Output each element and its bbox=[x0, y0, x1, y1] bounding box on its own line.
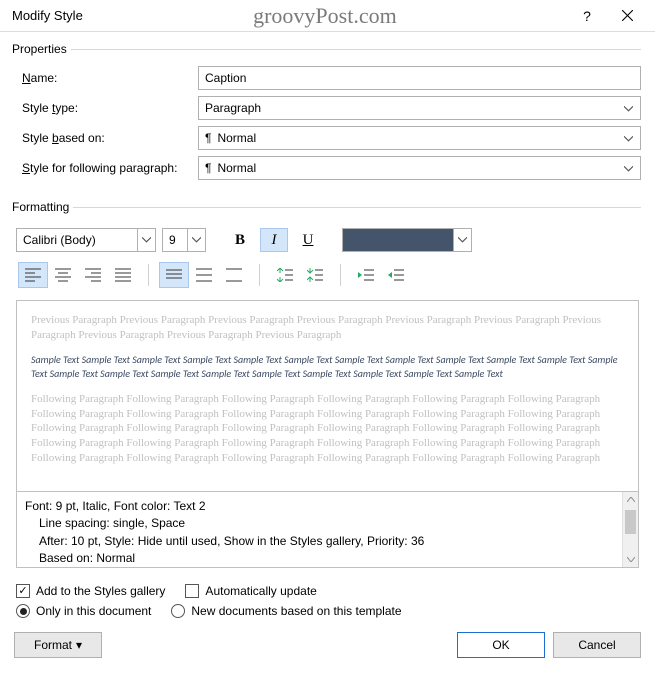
scroll-down-icon[interactable] bbox=[623, 551, 638, 567]
format-button[interactable]: Format ▾ bbox=[14, 632, 102, 658]
space-before-decrease-button[interactable] bbox=[300, 262, 330, 288]
align-right-button[interactable] bbox=[78, 262, 108, 288]
basedon-dropdown[interactable]: ¶ Normal bbox=[198, 126, 641, 150]
color-swatch bbox=[343, 229, 453, 251]
bold-button[interactable]: B bbox=[226, 228, 254, 252]
align-right-icon bbox=[85, 268, 101, 282]
add-to-gallery-checkbox[interactable]: Add to the Styles gallery bbox=[16, 584, 165, 598]
radio-icon bbox=[171, 604, 185, 618]
align-left-icon bbox=[25, 268, 41, 282]
space-before-icon bbox=[277, 268, 293, 282]
fontsize-dropdown[interactable]: 9 bbox=[162, 228, 206, 252]
watermark: groovyPost.com bbox=[83, 3, 567, 29]
decrease-indent-icon bbox=[358, 268, 374, 282]
formatting-legend: Formatting bbox=[12, 200, 73, 214]
align-left-button[interactable] bbox=[18, 262, 48, 288]
align-justify-button[interactable] bbox=[108, 262, 138, 288]
formatting-group: Formatting Calibri (Body) 9 B I U bbox=[14, 200, 641, 574]
scroll-up-icon[interactable] bbox=[623, 492, 638, 508]
help-button[interactable]: ? bbox=[567, 1, 607, 31]
styletype-dropdown[interactable]: Paragraph bbox=[198, 96, 641, 120]
style-description: Font: 9 pt, Italic, Font color: Text 2 L… bbox=[16, 492, 639, 568]
radio-checked-icon bbox=[16, 604, 30, 618]
spacing-single-icon bbox=[166, 268, 182, 282]
space-before-dec-icon bbox=[307, 268, 323, 282]
basedon-label: Style based on: bbox=[14, 131, 198, 145]
fontcolor-dropdown[interactable] bbox=[342, 228, 472, 252]
dialog-title: Modify Style bbox=[12, 8, 83, 23]
spacing-single-button[interactable] bbox=[159, 262, 189, 288]
chevron-down-icon bbox=[453, 229, 471, 251]
pilcrow-icon: ¶ bbox=[205, 161, 211, 175]
name-input[interactable] bbox=[198, 66, 641, 90]
properties-group: Properties Name: Style type: Paragraph S… bbox=[14, 42, 641, 192]
chevron-down-icon bbox=[187, 229, 205, 251]
following-dropdown[interactable]: ¶ Normal bbox=[198, 156, 641, 180]
font-dropdown[interactable]: Calibri (Body) bbox=[16, 228, 156, 252]
styletype-label: Style type: bbox=[14, 101, 198, 115]
new-docs-radio[interactable]: New documents based on this template bbox=[171, 604, 401, 618]
align-center-icon bbox=[55, 268, 71, 282]
title-bar: Modify Style groovyPost.com ? bbox=[0, 0, 655, 32]
chevron-down-icon bbox=[137, 229, 155, 251]
spacing-double-button[interactable] bbox=[219, 262, 249, 288]
increase-indent-icon bbox=[388, 268, 404, 282]
preview-pane: Previous Paragraph Previous Paragraph Pr… bbox=[16, 300, 639, 492]
checkbox-icon bbox=[185, 584, 199, 598]
checkbox-checked-icon bbox=[16, 584, 30, 598]
auto-update-checkbox[interactable]: Automatically update bbox=[185, 584, 316, 598]
align-justify-icon bbox=[115, 268, 131, 282]
cancel-button[interactable]: Cancel bbox=[553, 632, 641, 658]
chevron-down-icon bbox=[620, 131, 636, 145]
triangle-down-icon: ▾ bbox=[76, 638, 82, 652]
preview-sample: Sample Text Sample Text Sample Text Samp… bbox=[31, 353, 624, 382]
spacing-double-icon bbox=[226, 268, 242, 282]
ok-button[interactable]: OK bbox=[457, 632, 545, 658]
scrollbar[interactable] bbox=[622, 492, 638, 567]
align-center-button[interactable] bbox=[48, 262, 78, 288]
close-button[interactable] bbox=[607, 1, 647, 31]
close-icon bbox=[622, 10, 633, 21]
pilcrow-icon: ¶ bbox=[205, 131, 211, 145]
spacing-15-button[interactable] bbox=[189, 262, 219, 288]
name-label: Name: bbox=[14, 71, 198, 85]
italic-button[interactable]: I bbox=[260, 228, 288, 252]
decrease-indent-button[interactable] bbox=[351, 262, 381, 288]
spacing-15-icon bbox=[196, 268, 212, 282]
underline-button[interactable]: U bbox=[294, 228, 322, 252]
preview-following: Following Paragraph Following Paragraph … bbox=[31, 392, 624, 466]
preview-previous: Previous Paragraph Previous Paragraph Pr… bbox=[31, 313, 624, 343]
scroll-thumb[interactable] bbox=[625, 510, 636, 534]
space-before-increase-button[interactable] bbox=[270, 262, 300, 288]
properties-legend: Properties bbox=[12, 42, 71, 56]
chevron-down-icon bbox=[620, 161, 636, 175]
chevron-down-icon bbox=[620, 101, 636, 115]
following-label: Style for following paragraph: bbox=[14, 161, 198, 175]
only-this-doc-radio[interactable]: Only in this document bbox=[16, 604, 151, 618]
increase-indent-button[interactable] bbox=[381, 262, 411, 288]
